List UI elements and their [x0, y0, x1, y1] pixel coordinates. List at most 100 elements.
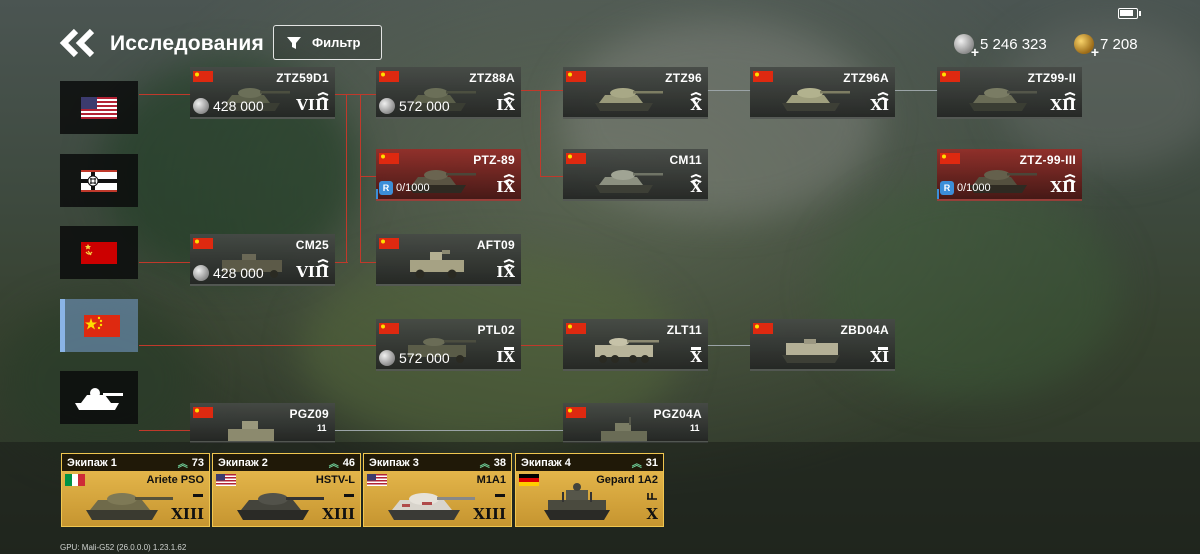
nation-tab-armored[interactable]	[60, 371, 138, 424]
chevron-up-icon: ︽	[177, 459, 188, 470]
research-progress: R 0/1000	[379, 181, 430, 195]
crew-label: Экипаж 4	[521, 456, 571, 469]
vehicle-name: ZLT11	[666, 323, 702, 337]
vehicle-card-ptz89[interactable]: PTZ-89 R 0/1000 IX	[376, 149, 521, 201]
vehicle-name: ZTZ96	[665, 71, 702, 85]
crew-slot-1[interactable]: Экипаж 1 ︽ 73 Ariete PSO XIII	[61, 453, 210, 527]
chevron-up-icon: ︽	[328, 459, 339, 470]
tank-image	[86, 493, 173, 520]
crew-label: Экипаж 2	[218, 456, 268, 469]
tank-image	[410, 250, 464, 279]
vehicle-card-pgz04a[interactable]: PGZ04A 11	[563, 403, 708, 443]
rank-icon: 11	[317, 423, 327, 433]
tank-image	[969, 88, 1037, 111]
rank-icon	[193, 494, 203, 497]
crew-slot-3[interactable]: Экипаж 3 ︽ 38 M1A1 XIII	[363, 453, 512, 527]
silver-coin-icon	[379, 350, 395, 366]
tier-label: XIII	[322, 505, 355, 523]
crew-label: Экипаж 3	[369, 456, 419, 469]
tier-label: XIII	[171, 505, 204, 523]
gold-balance[interactable]: + 7 208	[1074, 34, 1138, 60]
silver-amount: 5 246 323	[980, 35, 1047, 53]
gold-coin-icon: +	[1074, 34, 1099, 60]
china-flag-icon	[83, 314, 120, 337]
vehicle-name: PGZ09	[289, 407, 329, 421]
china-flag-icon	[940, 153, 960, 164]
price: 428 000	[193, 98, 264, 114]
tier-label: XI	[870, 348, 889, 366]
vehicle-card-zbd04a[interactable]: ZBD04A XI	[750, 319, 895, 371]
vehicle-name: AFT09	[476, 238, 515, 252]
crew-tank-name: M1A1	[476, 474, 506, 486]
tank-image	[601, 417, 647, 441]
vehicle-card-ztz96a[interactable]: ZTZ96A XI	[750, 67, 895, 119]
nation-tab-germany[interactable]	[60, 154, 138, 207]
china-flag-icon	[566, 71, 586, 82]
tier-label: XI	[870, 96, 889, 114]
tank-image	[595, 170, 663, 193]
tier-label: IX	[496, 263, 515, 281]
page-title: Исследования	[110, 32, 264, 55]
tank-image	[782, 88, 850, 111]
progress-marker	[937, 189, 939, 199]
tier-label: XIII	[473, 505, 506, 523]
crew-level: ︽ 38	[479, 456, 506, 471]
vehicle-name: CM11	[669, 153, 702, 167]
china-flag-icon	[193, 407, 213, 418]
tier-label: XII	[1050, 96, 1076, 114]
rank-icon	[647, 493, 657, 500]
tier-label: IX	[496, 348, 515, 366]
vehicle-card-ztz59d1[interactable]: ZTZ59D1 428 000 VIII	[190, 67, 335, 119]
nation-tab-ussr[interactable]	[60, 226, 138, 279]
china-flag-icon	[379, 323, 399, 334]
research-progress: R 0/1000	[940, 181, 991, 195]
nation-tab-usa[interactable]	[60, 81, 138, 134]
progress-marker	[376, 189, 378, 199]
gpu-info: GPU: Mali-G52 (26.0.0.0) 1.23.1.62	[60, 543, 187, 552]
tank-image	[544, 483, 610, 520]
silver-coin-icon: +	[954, 34, 979, 60]
crew-level: ︽ 46	[328, 456, 355, 471]
china-flag-icon	[753, 71, 773, 82]
tank-image	[595, 338, 659, 363]
crew-slot-4[interactable]: Экипаж 4 ︽ 31 Gepard 1A2 X	[515, 453, 664, 527]
crew-label: Экипаж 1	[67, 456, 117, 469]
china-flag-icon	[379, 71, 399, 82]
filter-button[interactable]: Фильтр	[273, 25, 382, 60]
research-points-icon: R	[379, 181, 393, 195]
gold-amount: 7 208	[1100, 35, 1138, 53]
vehicle-card-pgz09[interactable]: PGZ09 11	[190, 403, 335, 443]
vehicle-card-cm25[interactable]: CM25 428 000 VIII	[190, 234, 335, 286]
back-button[interactable]	[58, 28, 102, 58]
tier-label: X	[646, 505, 658, 523]
tier-label: IX	[496, 178, 515, 196]
tier-label: VIII	[296, 96, 329, 114]
rank-icon	[344, 494, 354, 497]
nation-tab-china[interactable]	[60, 299, 138, 352]
price: 572 000	[379, 350, 450, 366]
crew-slot-2[interactable]: Экипаж 2 ︽ 46 HSTV-L XIII	[212, 453, 361, 527]
vehicle-card-ztz88a[interactable]: ZTZ88A 572 000 IX	[376, 67, 521, 119]
filter-icon	[287, 36, 301, 49]
tier-label: X	[690, 96, 702, 114]
vehicle-card-ztz99ii[interactable]: ZTZ99-II XII	[937, 67, 1082, 119]
double-chevron-left-icon	[59, 28, 95, 58]
tier-label: IX	[496, 96, 515, 114]
crew-level: ︽ 31	[631, 456, 658, 471]
tank-image	[782, 339, 840, 363]
vehicle-card-ztz96[interactable]: ZTZ96 X	[563, 67, 708, 119]
vehicle-card-aft09[interactable]: AFT09 IX	[376, 234, 521, 286]
vehicle-card-ptl02[interactable]: PTL02 572 000 IX	[376, 319, 521, 371]
vehicle-card-ztz99iii[interactable]: ZTZ-99-III R 0/1000 XII	[937, 149, 1082, 201]
battery-fill	[1120, 10, 1133, 16]
vehicle-card-zlt11[interactable]: ZLT11 X	[563, 319, 708, 371]
vehicle-name: CM25	[295, 238, 329, 252]
tank-image	[388, 493, 475, 520]
tank-image	[228, 421, 274, 441]
silver-balance[interactable]: + 5 246 323	[954, 34, 1047, 60]
price: 572 000	[379, 98, 450, 114]
china-flag-icon	[193, 238, 213, 249]
tier-label: VIII	[296, 263, 329, 281]
vehicle-card-cm11[interactable]: CM11 X	[563, 149, 708, 201]
vehicle-name: PTL02	[477, 323, 515, 337]
